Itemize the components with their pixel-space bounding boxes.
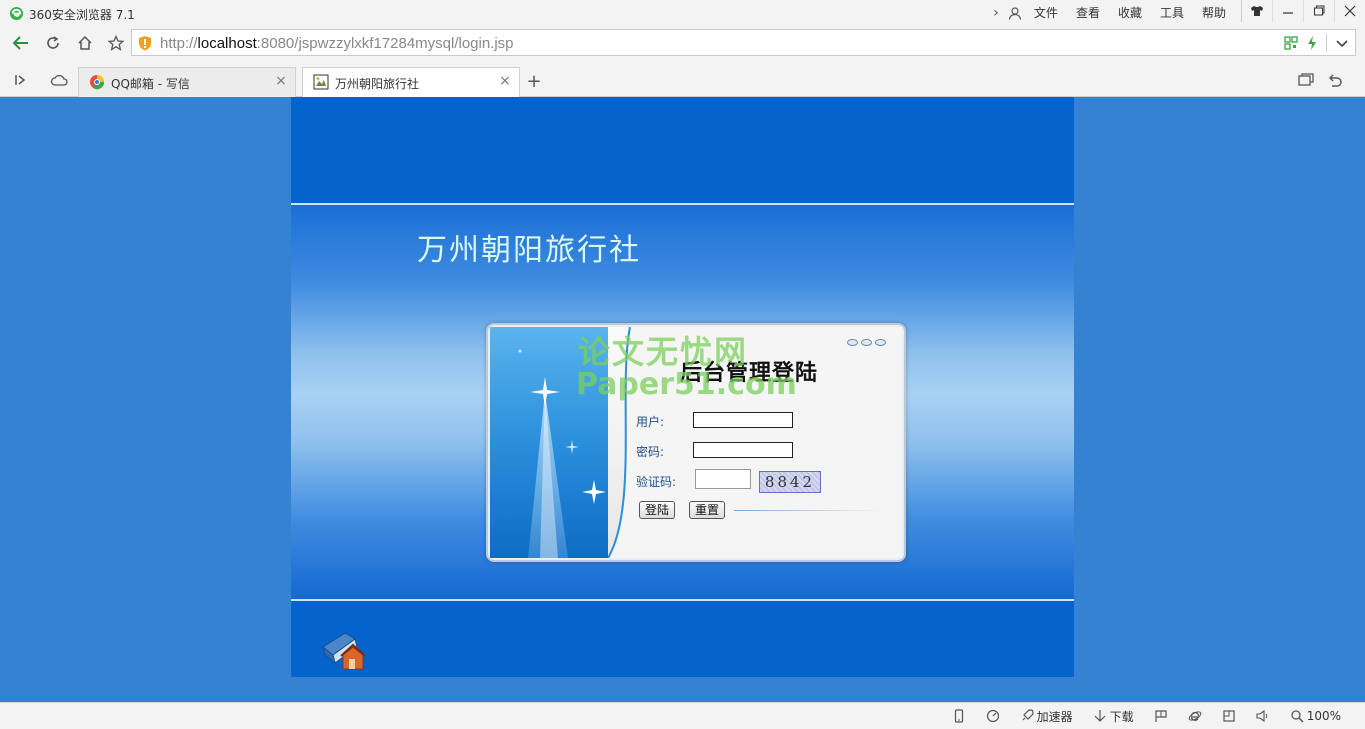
dot-icon: [875, 339, 886, 346]
skin-shirt-icon[interactable]: [1241, 0, 1272, 22]
separator: [1326, 34, 1327, 52]
tab-close-icon[interactable]: ×: [499, 74, 511, 88]
user-icon[interactable]: [1005, 4, 1025, 22]
window-controls: [1241, 0, 1365, 22]
dot-icon: [847, 339, 858, 346]
back-arrow-icon[interactable]: [8, 30, 34, 56]
login-page: 万州朝阳旅行社 后台管理登陆 用户: 密码: 验证码: 8842 登陆 重置 论…: [291, 97, 1074, 677]
status-bar: 加速器 下载 100%: [0, 702, 1365, 729]
dot-icon: [861, 339, 872, 346]
address-bar-actions: [1284, 34, 1349, 52]
url-host: localhost: [197, 35, 257, 52]
menu-help[interactable]: 帮助: [1193, 4, 1235, 22]
download-label: 下载: [1109, 709, 1134, 724]
chevron-down-icon[interactable]: [1335, 36, 1349, 50]
divider-bottom: [291, 599, 1074, 601]
url-scheme: http://: [160, 35, 198, 52]
sidebar-toggle-icon[interactable]: [11, 71, 29, 89]
address-bar[interactable]: http://localhost:8080/jspwzzylxkf17284my…: [131, 29, 1356, 56]
zoom-level: 100%: [1306, 709, 1341, 723]
page-viewport: 万州朝阳旅行社 后台管理登陆 用户: 密码: 验证码: 8842 登陆 重置 论…: [0, 97, 1365, 702]
menu-view[interactable]: 查看: [1067, 4, 1109, 22]
volume-icon[interactable]: [1246, 707, 1280, 725]
home-icon[interactable]: [72, 30, 98, 56]
chevron-right-icon[interactable]: ›: [987, 4, 1005, 22]
password-label: 密码:: [636, 445, 665, 459]
browser-logo-icon: [9, 6, 24, 21]
close-window-icon[interactable]: [1334, 0, 1365, 22]
window-title: 360安全浏览器 7.1: [29, 8, 135, 22]
lightning-icon[interactable]: [1306, 35, 1318, 51]
minimize-icon[interactable]: [1272, 0, 1303, 22]
download-arrow-icon: [1094, 710, 1106, 722]
status-items: 加速器 下载 100%: [942, 707, 1351, 725]
login-button[interactable]: 登陆: [639, 501, 676, 519]
menu-tools[interactable]: 工具: [1151, 4, 1193, 22]
favorite-star-icon[interactable]: [103, 30, 129, 56]
restore-icon[interactable]: [1303, 0, 1334, 22]
password-input[interactable]: [693, 442, 793, 458]
window-mode-icon[interactable]: [1212, 707, 1246, 725]
watermark: 论文无忧网 Paper51.com: [576, 327, 797, 405]
house-book-logo-icon: [322, 632, 366, 670]
button-underline: [734, 510, 884, 511]
captcha-image[interactable]: 8842: [759, 471, 821, 493]
undo-close-tab-icon[interactable]: [1326, 71, 1344, 89]
rocket-icon: [1022, 709, 1034, 721]
tab-wanzhou-travel[interactable]: 万州朝阳旅行社 ×: [302, 67, 520, 98]
tab-qq-mail[interactable]: QQ邮箱 - 写信 ×: [78, 67, 296, 97]
zoom-control[interactable]: 100%: [1280, 707, 1351, 725]
menu-favorites[interactable]: 收藏: [1109, 4, 1151, 22]
url-text[interactable]: http://localhost:8080/jspwzzylxkf17284my…: [160, 35, 514, 52]
download-button[interactable]: 下载: [1083, 707, 1144, 725]
zoom-magnifier-icon: [1291, 710, 1304, 723]
tab-list-icon[interactable]: [1297, 71, 1315, 89]
accelerator-label: 加速器: [1036, 709, 1073, 724]
page-favicon-icon: [313, 74, 329, 90]
tab-bar: QQ邮箱 - 写信 × 万州朝阳旅行社 × +: [0, 60, 1365, 98]
top-menu: › 文件 查看 收藏 工具 帮助: [987, 4, 1235, 22]
divider-top: [291, 203, 1074, 205]
new-tab-plus-icon[interactable]: +: [523, 72, 545, 94]
mobile-icon[interactable]: [942, 707, 976, 725]
qr-code-icon[interactable]: [1284, 36, 1298, 50]
title-bar: 360安全浏览器 7.1 › 文件 查看 收藏 工具 帮助: [0, 0, 1365, 26]
cloud-icon[interactable]: [50, 71, 68, 89]
reset-button[interactable]: 重置: [689, 501, 726, 519]
window-dots: [847, 339, 886, 346]
security-shield-icon[interactable]: [138, 35, 152, 51]
captcha-input[interactable]: [695, 469, 751, 489]
captcha-label: 验证码:: [636, 475, 677, 489]
username-label: 用户:: [636, 415, 665, 429]
watermark-text: Paper51.com: [576, 367, 797, 402]
site-title: 万州朝阳旅行社: [417, 233, 641, 268]
speed-dial-icon[interactable]: [976, 707, 1010, 725]
tab-label: QQ邮箱 - 写信: [111, 77, 190, 91]
url-path: :8080/jspwzzylxkf17284mysql/login.jsp: [256, 35, 514, 52]
accelerator-button[interactable]: 加速器: [1010, 707, 1083, 725]
tab-label: 万州朝阳旅行社: [335, 77, 420, 91]
tab-close-icon[interactable]: ×: [275, 74, 287, 88]
qq-mail-favicon-icon: [90, 75, 105, 90]
menu-file[interactable]: 文件: [1025, 4, 1067, 22]
username-input[interactable]: [693, 412, 793, 428]
flag-icon[interactable]: [1144, 707, 1178, 725]
ie-mode-icon[interactable]: [1178, 707, 1212, 725]
refresh-icon[interactable]: [40, 30, 66, 56]
navigation-bar: http://localhost:8080/jspwzzylxkf17284my…: [0, 26, 1365, 60]
